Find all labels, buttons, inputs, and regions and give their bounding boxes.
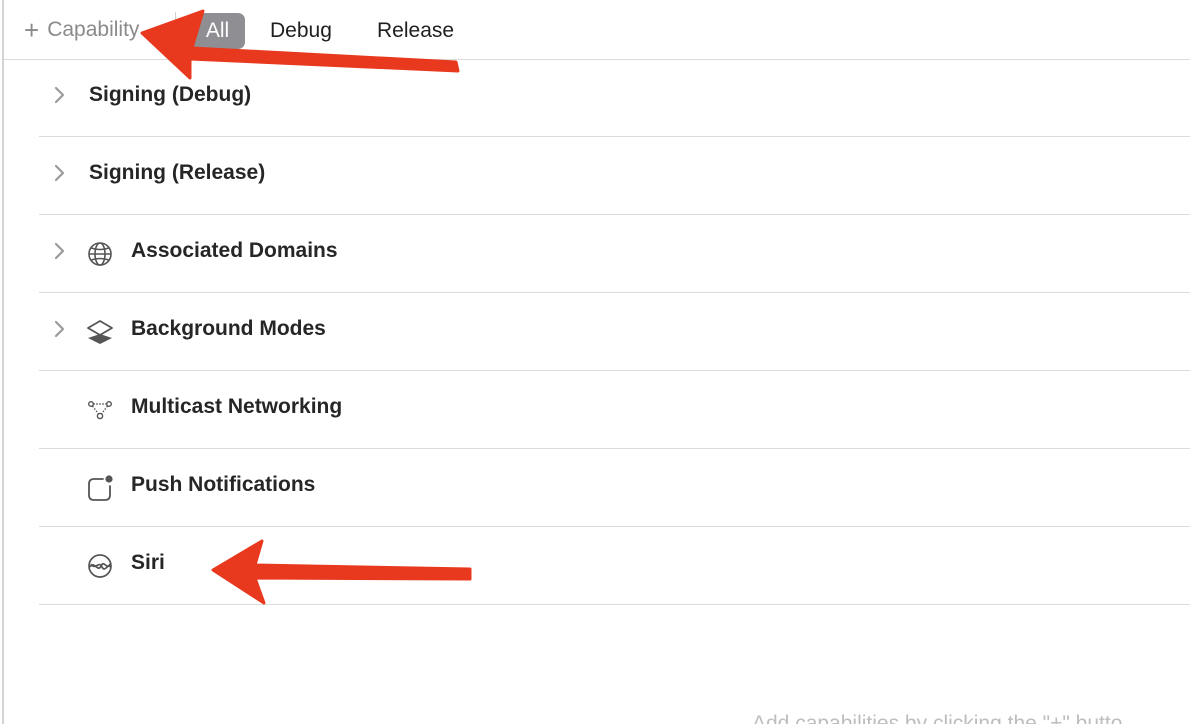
capability-row-signing-release[interactable]: Signing (Release) [39, 137, 1190, 215]
tab-all[interactable]: All [190, 13, 245, 49]
siri-icon [88, 554, 112, 578]
tab-release[interactable]: Release [377, 13, 454, 49]
capability-row-background-modes[interactable]: Background Modes [39, 293, 1190, 371]
chevron-right-icon[interactable] [53, 163, 67, 183]
capability-label: Background Modes [131, 317, 326, 340]
capability-row-multicast-networking[interactable]: Multicast Networking [39, 371, 1190, 449]
add-capability-label: Capability [47, 18, 140, 41]
capability-label: Push Notifications [131, 473, 316, 496]
notification-badge-icon [88, 475, 113, 501]
capability-label: Siri [131, 551, 165, 574]
toolbar-divider [175, 12, 176, 46]
chevron-right-icon[interactable] [53, 85, 67, 105]
capability-label: Multicast Networking [131, 395, 343, 418]
capability-label: Associated Domains [131, 239, 338, 262]
capability-row-associated-domains[interactable]: Associated Domains [39, 215, 1190, 293]
network-nodes-icon [88, 400, 113, 420]
globe-icon [88, 242, 112, 266]
capabilities-toolbar: + Capability All Debug Release [4, 0, 1190, 60]
capability-label: Signing (Release) [89, 161, 266, 184]
capability-label: Signing (Debug) [89, 83, 252, 106]
chevron-right-icon[interactable] [53, 241, 67, 261]
plus-icon: + [24, 15, 40, 45]
capability-row-siri[interactable]: Siri [39, 527, 1190, 605]
capability-row-signing-debug[interactable]: Signing (Debug) [39, 59, 1190, 137]
chevron-right-icon[interactable] [53, 319, 67, 339]
signing-capabilities-pane: + Capability All Debug Release Signing (… [0, 0, 1190, 724]
pane-left-border [2, 0, 4, 724]
add-capability-button[interactable]: + Capability [24, 14, 139, 46]
layers-icon [87, 320, 113, 344]
empty-area-hint: Add capabilities by clicking the "+" but… [752, 712, 1123, 724]
tab-debug[interactable]: Debug [270, 13, 332, 49]
capability-row-push-notifications[interactable]: Push Notifications [39, 449, 1190, 527]
